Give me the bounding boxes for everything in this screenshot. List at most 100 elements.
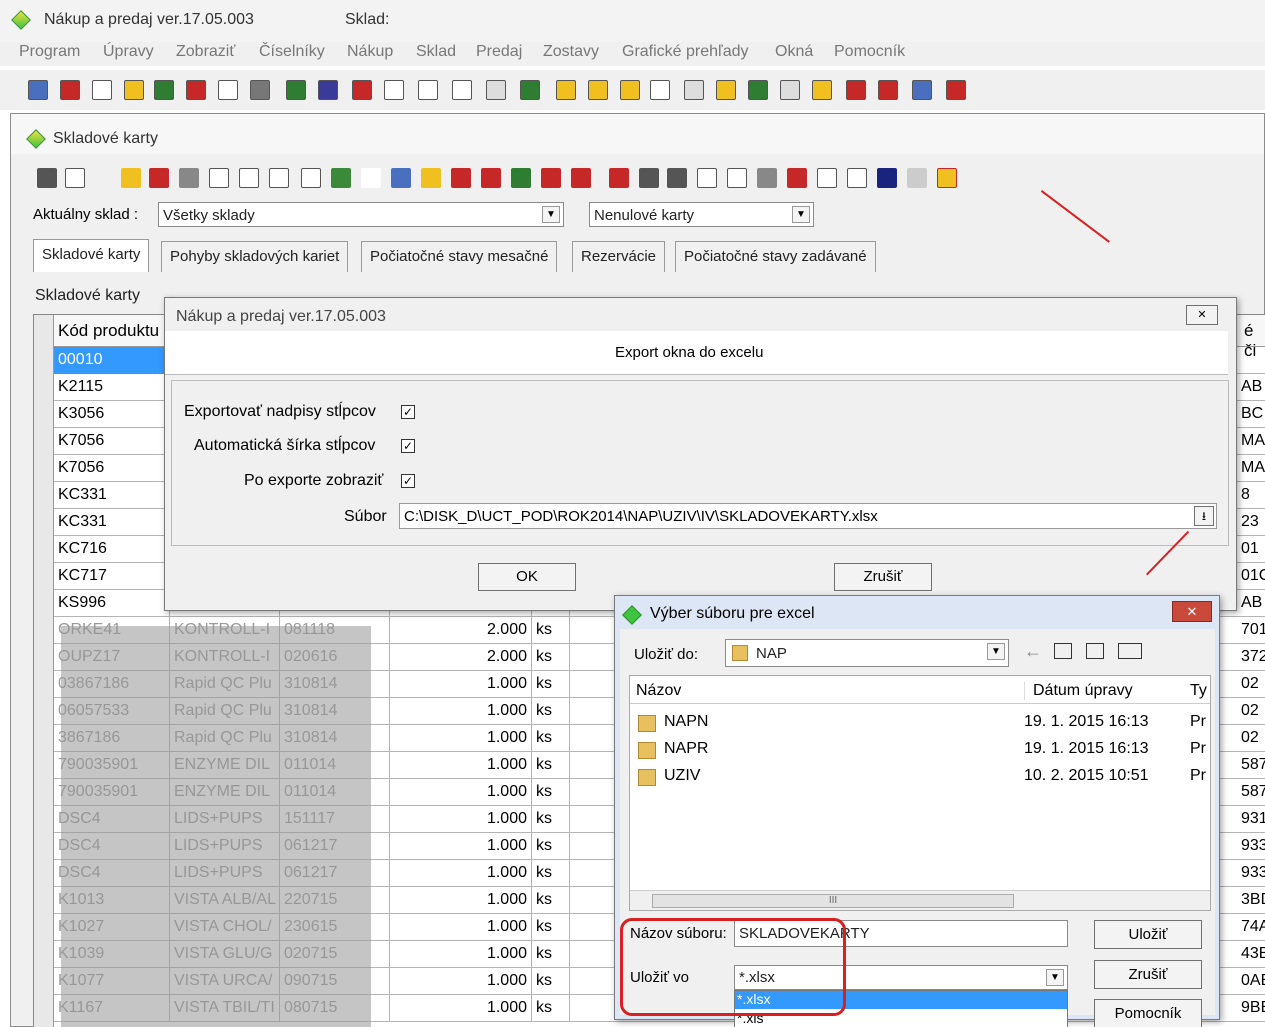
menu-sklad[interactable]: Sklad [416,43,456,61]
export-excel-icon[interactable] [937,168,957,188]
warehouse-select[interactable]: Všetky sklady ▼ [158,202,564,227]
menu-pomocnik[interactable]: Pomocník [834,43,905,61]
toolbar-icon-13[interactable] [418,80,438,100]
next-record-icon[interactable] [269,168,289,188]
tool-icon-i[interactable] [727,168,747,188]
prev-record-icon[interactable] [239,168,259,188]
col-header-date[interactable]: Dátum úpravy [1024,682,1133,700]
toolbar-icon-20[interactable] [650,80,670,100]
last-record-icon[interactable] [301,168,321,188]
col-header-type[interactable]: Ty [1190,682,1207,700]
col-header-code[interactable]: Kód produktu [58,321,159,341]
menu-upravy[interactable]: Úpravy [103,43,154,61]
copy-icon[interactable] [331,168,351,188]
file-list[interactable]: Názov Dátum úpravy Ty NAPN 19. 1. 2015 16… [629,675,1211,911]
toolbar-icon-7[interactable] [218,80,238,100]
tool-icon-l[interactable] [817,168,837,188]
toolbar-icon-12[interactable] [384,80,404,100]
chevron-down-icon[interactable]: ▼ [987,643,1005,660]
close-button[interactable]: ✕ [1186,305,1218,325]
toolbar-icon-28[interactable] [912,80,932,100]
cancel-button[interactable]: Zrušiť [1094,960,1202,989]
toolbar-icon-17[interactable] [556,80,576,100]
tool-icon-e[interactable] [511,168,531,188]
file-row[interactable]: UZIV 10. 2. 2015 10:51 Pr [630,766,1210,790]
help-button[interactable]: Pomocník [1094,999,1202,1027]
toolbar-icon-6[interactable] [186,80,206,100]
print2-icon[interactable] [639,168,659,188]
browse-button[interactable]: ⭳ [1194,506,1214,526]
file-row[interactable]: NAPN 19. 1. 2015 16:13 Pr [630,712,1210,736]
cards-filter-select[interactable]: Nenulové karty ▼ [589,202,814,227]
tool-icon-h[interactable] [697,168,717,188]
horizontal-scrollbar[interactable]: III [630,890,1210,910]
menu-nakup[interactable]: Nákup [347,43,393,61]
filter-icon[interactable] [121,168,141,188]
toolbar-icon-14[interactable] [452,80,472,100]
print3-icon[interactable] [667,168,687,188]
tool-icon-c[interactable] [451,168,471,188]
tool-icon-a[interactable] [391,168,411,188]
toolbar-icon-29[interactable] [946,80,966,100]
toolbar-icon-25[interactable] [812,80,832,100]
tool-icon-m[interactable] [847,168,867,188]
auto-width-checkbox[interactable]: ✓ [401,439,415,453]
close-button[interactable]: ✕ [1172,601,1212,622]
menu-program[interactable]: Program [19,43,80,61]
tool-icon-o[interactable] [907,168,927,188]
tab-skladove-karty[interactable]: Skladové karty [33,239,150,272]
toolbar-icon-27[interactable] [878,80,898,100]
print-icon[interactable] [37,168,57,188]
tool-icon-n[interactable] [877,168,897,188]
view-menu-icon[interactable] [1118,643,1142,659]
menu-ciselniky[interactable]: Číselníky [259,43,325,61]
show-after-checkbox[interactable]: ✓ [401,474,415,488]
file-path-input[interactable]: C:\DISK_D\UCT_POD\ROK2014\NAP\UZIV\IV\SK… [399,503,1217,529]
toolbar-icon-16[interactable] [520,80,540,100]
menu-okna[interactable]: Okná [775,43,813,61]
up-folder-icon[interactable] [1054,643,1072,659]
toolbar-icon-11[interactable] [352,80,372,100]
toolbar-icon-19[interactable] [620,80,640,100]
tool-icon-j[interactable] [757,168,777,188]
tool-icon-f[interactable] [541,168,561,188]
first-record-icon[interactable] [209,168,229,188]
menu-zostavy[interactable]: Zostavy [543,43,599,61]
menu-graficke-prehlady[interactable]: Grafické prehľady [622,43,749,61]
chevron-down-icon[interactable]: ▼ [792,206,810,223]
new-folder-icon[interactable] [1086,643,1104,659]
chevron-down-icon[interactable]: ▼ [1046,969,1064,986]
tab-pohyby[interactable]: Pohyby skladových kariet [161,241,349,272]
back-icon[interactable]: ← [1024,641,1042,662]
toolbar-icon-9[interactable] [286,80,306,100]
toolbar-icon-21[interactable] [684,80,704,100]
tab-pociatocne-zadavane[interactable]: Počiatočné stavy zadávané [675,241,876,272]
toolbar-icon-2[interactable] [60,80,80,100]
tool-icon-g[interactable] [571,168,591,188]
save-in-select[interactable]: NAP ▼ [725,639,1009,667]
sum-icon[interactable] [361,168,381,188]
toolbar-icon-4[interactable] [124,80,144,100]
export-headers-checkbox[interactable]: ✓ [401,405,415,419]
tab-pociatocne-mesacne[interactable]: Počiatočné stavy mesačné [361,241,558,272]
tool-icon-k[interactable] [787,168,807,188]
preview-icon[interactable] [65,168,85,188]
cancel-button[interactable]: Zrušiť [834,563,932,591]
toolbar-icon-8[interactable] [250,80,270,100]
scrollbar-thumb[interactable]: III [652,894,1014,908]
toolbar-icon-18[interactable] [588,80,608,100]
toolbar-icon-26[interactable] [846,80,866,100]
tab-rezervacie[interactable]: Rezervácie [572,241,666,272]
toolbar-icon-5[interactable] [154,80,174,100]
ok-button[interactable]: OK [478,563,576,591]
clear-filter-icon[interactable] [149,168,169,188]
file-row[interactable]: NAPR 19. 1. 2015 16:13 Pr [630,739,1210,763]
sum-red-icon[interactable] [609,168,629,188]
tool-icon-d[interactable] [481,168,501,188]
col-header-name[interactable]: Názov [636,682,681,700]
toolbar-icon-10[interactable] [318,80,338,100]
save-button[interactable]: Uložiť [1094,920,1202,949]
toolbar-icon-22[interactable] [716,80,736,100]
menu-zobrazit[interactable]: Zobraziť [176,43,235,61]
toolbar-icon-24[interactable] [780,80,800,100]
